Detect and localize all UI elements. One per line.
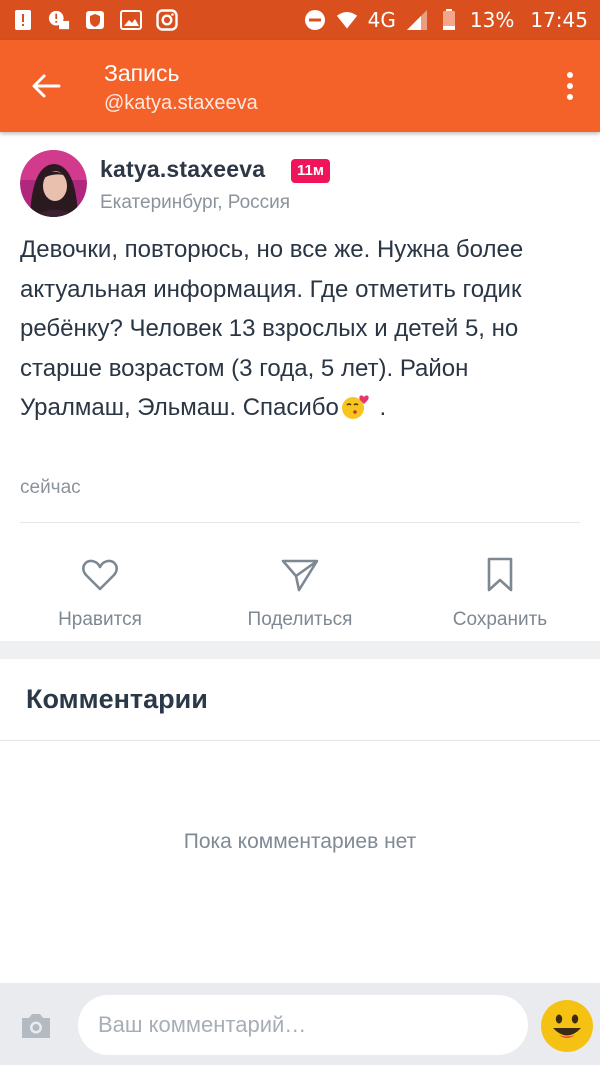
emoji-picker-button[interactable] [540,999,594,1053]
like-button[interactable]: Нравится [20,555,180,631]
page-title: Запись [104,60,180,86]
status-bar: 4G 13% 17:45 [0,0,600,40]
comment-composer [0,983,600,1065]
save-button[interactable]: Сохранить [420,555,580,631]
divider [0,740,600,741]
post-body: Девочки, повторюсь, но все же. Нужна бол… [20,230,580,428]
shield-app-icon [84,9,106,31]
post-timestamp: сейчас [20,477,81,498]
battery-icon [438,9,460,31]
kiss-emoji-icon [339,392,373,419]
divider [20,522,580,523]
comment-input[interactable] [78,995,528,1055]
signal-icon [406,9,428,31]
more-options-button[interactable] [554,64,586,108]
alert-icon [12,9,34,31]
time-badge: 11м [291,159,330,183]
author-location: Екатеринбург, Россия [100,192,291,213]
save-label: Сохранить [452,609,548,630]
wifi-icon [336,9,358,31]
author-name[interactable]: katya.staxeeva [100,156,265,183]
like-label: Нравится [58,609,142,630]
back-button[interactable] [22,64,70,108]
comments-heading: Комментарии [26,684,208,714]
warning-notification-icon [48,9,70,31]
section-separator [0,641,600,659]
send-icon [280,555,320,595]
clock: 17:45 [530,8,588,32]
post-text: Девочки, повторюсь, но все же. Нужна бол… [20,236,524,421]
camera-icon [22,1014,50,1038]
avatar[interactable] [20,150,87,217]
smiley-icon [541,1000,593,1052]
heart-icon [80,555,120,595]
page-subtitle: @katya.staxeeva [104,92,258,114]
camera-button[interactable] [16,1009,56,1043]
instagram-icon [156,9,178,31]
app-bar: Запись @katya.staxeeva [0,40,600,132]
share-label: Поделиться [247,609,353,630]
no-comments-message: Пока комментариев нет [183,830,417,853]
image-icon [120,9,142,31]
battery-percent: 13% [469,8,515,32]
arrow-left-icon [32,74,61,98]
do-not-disturb-icon [304,9,326,31]
more-dots-icon [567,72,573,78]
share-button[interactable]: Поделиться [220,555,380,631]
bookmark-icon [480,555,520,595]
network-type: 4G [367,8,396,32]
post-text-suffix: . [372,394,387,421]
